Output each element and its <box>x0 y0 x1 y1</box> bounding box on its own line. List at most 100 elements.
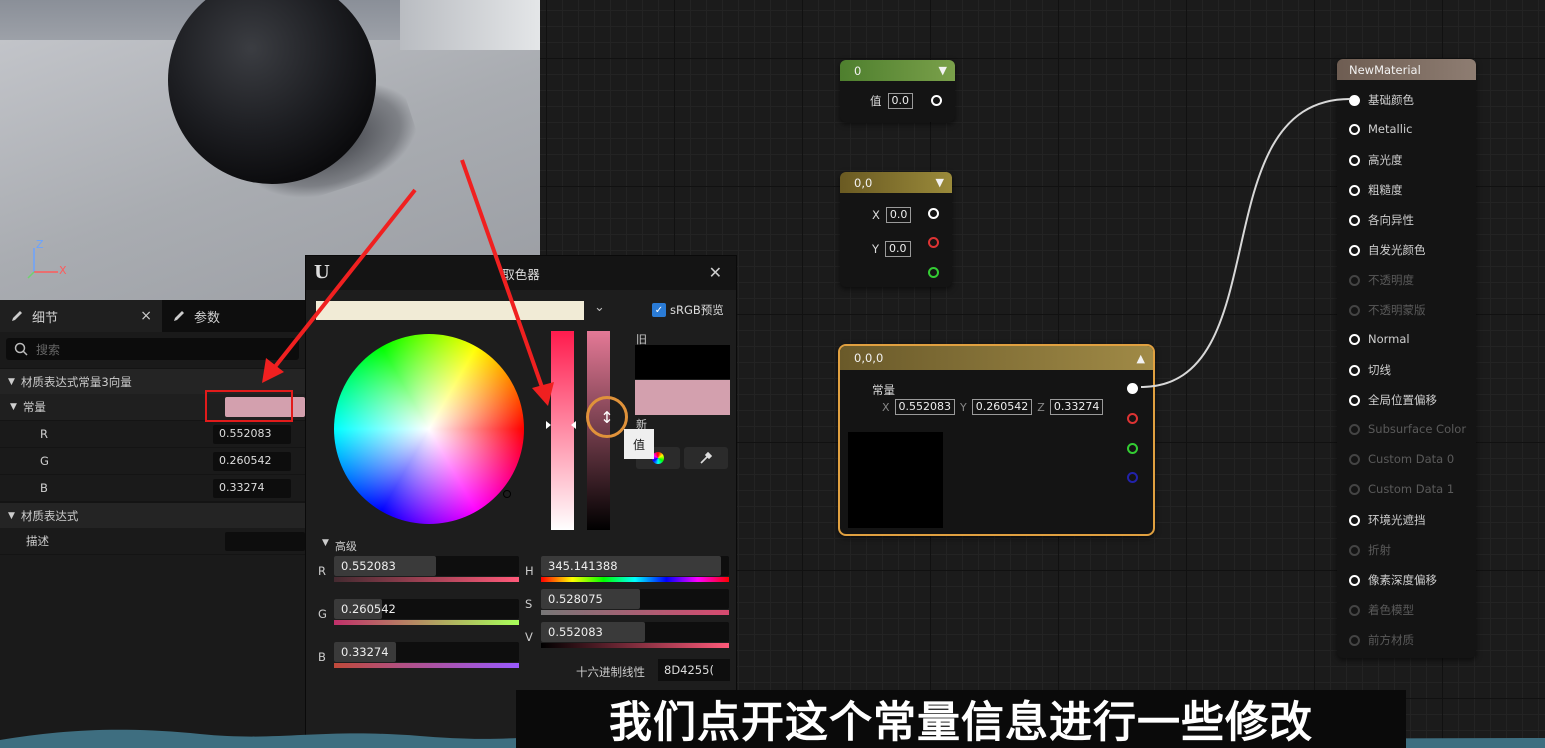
blue-channel-value[interactable]: 0.33274 <box>341 645 389 659</box>
red-output-pin-icon[interactable] <box>1127 413 1138 424</box>
details-search[interactable]: 搜索 <box>6 338 299 360</box>
material-pin[interactable]: 全局位置偏移 <box>1349 392 1437 408</box>
input-pin-icon[interactable] <box>1349 304 1360 316</box>
green-output-pin-icon[interactable] <box>1127 443 1138 454</box>
channel-r-input[interactable]: 0.552083 <box>213 424 291 444</box>
srgb-preview-toggle[interactable]: ✓ sRGB预览 <box>652 302 724 318</box>
green-output-pin-icon[interactable] <box>928 267 939 278</box>
input-pin-icon[interactable] <box>1349 634 1360 646</box>
scalar-constant-node[interactable]: 0 ▼ 值 0.0 <box>840 60 955 122</box>
value-value[interactable]: 0.552083 <box>548 625 603 639</box>
color-preview-bar[interactable] <box>316 301 584 320</box>
color-picker-titlebar[interactable]: U 取色器 ✕ <box>306 256 736 290</box>
constant2vector-node[interactable]: 0,0 ▼ X 0.0 Y 0.0 <box>840 172 952 287</box>
material-pin[interactable]: 切线 <box>1349 362 1391 378</box>
checkbox-checked-icon[interactable]: ✓ <box>652 303 666 317</box>
channel-g-input[interactable]: 0.260542 <box>213 451 291 471</box>
material-pin[interactable]: 粗糙度 <box>1349 182 1403 198</box>
material-pin[interactable]: 不透明度 <box>1349 272 1414 288</box>
chevron-up-icon[interactable]: ▲ <box>1137 352 1145 365</box>
vec3-x-input[interactable]: 0.552083 <box>894 399 956 415</box>
input-pin-icon[interactable] <box>1349 453 1360 465</box>
material-node-header[interactable]: NewMaterial <box>1337 59 1476 80</box>
chevron-down-icon[interactable]: ⌄ <box>594 300 605 315</box>
new-color-swatch[interactable] <box>635 380 730 415</box>
green-channel-slider[interactable]: G 0.260542 <box>318 599 519 630</box>
red-channel-value[interactable]: 0.552083 <box>341 559 396 573</box>
material-pin[interactable]: Normal <box>1349 332 1410 346</box>
input-pin-icon[interactable] <box>1349 544 1360 556</box>
material-pin[interactable]: 高光度 <box>1349 152 1403 168</box>
channel-b-input[interactable]: 0.33274 <box>213 478 291 498</box>
material-pin[interactable]: 像素深度偏移 <box>1349 572 1437 588</box>
material-pin[interactable]: 基础颜色 <box>1349 92 1414 108</box>
red-channel-slider[interactable]: R 0.552083 <box>318 556 519 587</box>
saturation-field-slider[interactable]: S 0.528075 <box>525 589 729 620</box>
input-pin-icon[interactable] <box>1349 244 1360 256</box>
material-pin[interactable]: Metallic <box>1349 122 1412 136</box>
material-pin[interactable]: 前方材质 <box>1349 632 1414 648</box>
hue-value[interactable]: 345.141388 <box>548 559 618 573</box>
scalar-value-input[interactable]: 0.0 <box>887 93 913 109</box>
output-pin-icon[interactable] <box>1127 383 1138 394</box>
chevron-down-icon[interactable]: ▼ <box>936 176 944 189</box>
material-pin[interactable]: Custom Data 0 <box>1349 452 1454 466</box>
tab-parameters[interactable]: 参数 <box>162 300 230 332</box>
input-pin-icon[interactable] <box>1349 604 1360 616</box>
blue-channel-slider[interactable]: B 0.33274 <box>318 642 519 673</box>
old-color-swatch[interactable] <box>635 345 730 379</box>
advanced-section[interactable]: ▼ 高级 <box>322 538 357 554</box>
input-pin-icon[interactable] <box>1349 364 1360 376</box>
scalar-node-header[interactable]: 0 ▼ <box>840 60 955 81</box>
material-result-node[interactable]: NewMaterial 基础颜色 Metallic 高光度粗糙度各向异性自发光颜色不… <box>1337 59 1476 658</box>
hue-slider[interactable]: H 345.141388 <box>525 556 729 587</box>
section-material-expression[interactable]: ▼ 材质表达式 <box>0 502 305 528</box>
material-pin[interactable]: 折射 <box>1349 542 1391 558</box>
input-pin-icon[interactable] <box>1349 123 1360 135</box>
vec3-node-header[interactable]: 0,0,0 ▲ <box>840 346 1153 370</box>
saturation-slider[interactable] <box>551 331 574 530</box>
input-pin-icon[interactable] <box>1349 154 1360 166</box>
material-pin-label: Custom Data 1 <box>1368 482 1455 496</box>
input-pin-icon[interactable] <box>1349 574 1360 586</box>
material-pin[interactable]: 着色模型 <box>1349 602 1414 618</box>
value-field-slider[interactable]: V 0.552083 <box>525 622 729 653</box>
blue-output-pin-icon[interactable] <box>1127 472 1138 483</box>
input-pin-icon[interactable] <box>1349 514 1360 526</box>
constant3vector-node[interactable]: 0,0,0 ▲ 常量 X 0.552083 Y 0.260542 Z 0.332… <box>838 344 1155 536</box>
vec2-node-header[interactable]: 0,0 ▼ <box>840 172 952 193</box>
close-icon[interactable]: ✕ <box>709 263 722 282</box>
input-pin-icon[interactable] <box>1349 94 1360 106</box>
input-pin-icon[interactable] <box>1349 423 1360 435</box>
saturation-value[interactable]: 0.528075 <box>548 592 603 606</box>
vec3-z-input[interactable]: 0.33274 <box>1049 399 1104 415</box>
red-output-pin-icon[interactable] <box>928 237 939 248</box>
input-pin-icon[interactable] <box>1349 333 1360 345</box>
vec2-x-input[interactable]: 0.0 <box>885 207 912 223</box>
vec2-y-input[interactable]: 0.0 <box>885 241 911 257</box>
description-input[interactable] <box>225 531 305 551</box>
output-pin-icon[interactable] <box>931 95 942 106</box>
color-wheel-selector[interactable] <box>503 490 511 498</box>
vec3-color-preview <box>848 432 943 528</box>
eyedropper-button[interactable] <box>684 447 728 469</box>
material-pin[interactable]: Custom Data 1 <box>1349 482 1454 496</box>
hex-linear-input[interactable]: 8D4255( <box>658 659 730 681</box>
input-pin-icon[interactable] <box>1349 184 1360 196</box>
color-wheel[interactable] <box>334 334 524 524</box>
material-pin[interactable]: Subsurface Color <box>1349 422 1466 436</box>
tab-details[interactable]: 细节 × <box>0 300 162 332</box>
material-pin[interactable]: 各向异性 <box>1349 212 1414 228</box>
input-pin-icon[interactable] <box>1349 214 1360 226</box>
input-pin-icon[interactable] <box>1349 483 1360 495</box>
material-pin[interactable]: 不透明蒙版 <box>1349 302 1426 318</box>
vec3-y-input[interactable]: 0.260542 <box>971 399 1033 415</box>
material-pin[interactable]: 环境光遮挡 <box>1349 512 1426 528</box>
input-pin-icon[interactable] <box>1349 274 1360 286</box>
green-channel-value[interactable]: 0.260542 <box>341 602 396 616</box>
output-pin-icon[interactable] <box>928 208 939 219</box>
material-pin[interactable]: 自发光颜色 <box>1349 242 1426 258</box>
tab-close-icon[interactable]: × <box>140 308 152 324</box>
input-pin-icon[interactable] <box>1349 394 1360 406</box>
chevron-down-icon[interactable]: ▼ <box>939 64 947 77</box>
